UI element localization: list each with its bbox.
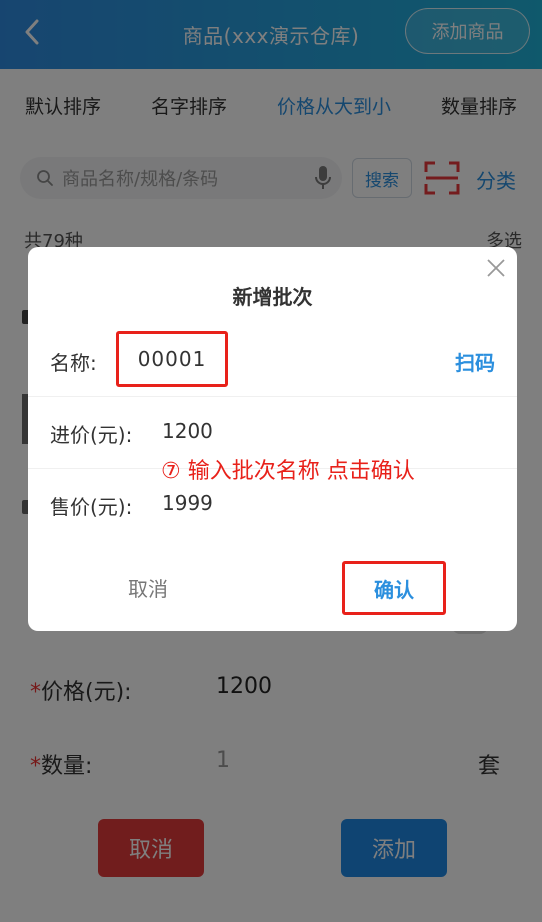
sale-price-label: 售价(元): [50,495,133,519]
close-icon[interactable] [485,257,507,279]
batch-name-input[interactable]: 00001 [116,331,228,387]
batch-name-label: 名称: [50,351,97,375]
scan-code-button[interactable]: 扫码 [455,347,495,376]
dialog-cancel-button[interactable]: 取消 [128,573,168,602]
dialog-title: 新增批次 [232,285,313,309]
cost-price-value[interactable]: 1200 [162,419,213,443]
new-batch-dialog: 新增批次 名称: 00001 扫码 进价(元): 1200 售价(元): 199… [28,247,517,631]
batch-name-row: 名称: 00001 扫码 [28,325,517,397]
instruction-annotation: ⑦ 输入批次名称 点击确认 [161,459,415,484]
cost-price-label: 进价(元): [50,423,133,447]
sale-price-value[interactable]: 1999 [162,491,213,515]
dialog-confirm-button[interactable]: 确认 [342,561,446,615]
